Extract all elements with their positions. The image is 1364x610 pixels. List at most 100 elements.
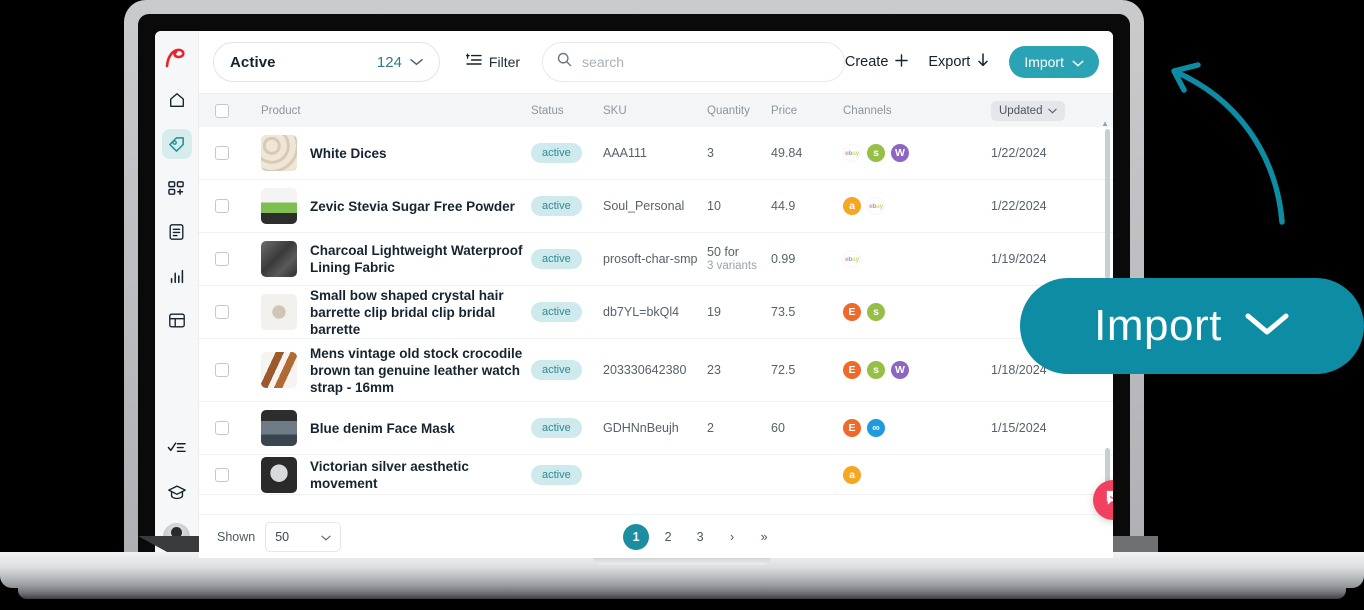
sidebar-item-layout[interactable] [162,305,192,335]
table-row[interactable]: White Dices active AAA111 3 49.84 e b a y s W 1/22/… [199,127,1113,180]
product-name[interactable]: Mens vintage old stock crocodile brown t… [310,345,531,396]
product-name[interactable]: Blue denim Face Mask [310,420,455,437]
etsy-channel-icon: E [843,361,861,379]
table-row[interactable]: Blue denim Face Mask active GDHNnBeujh 2 60 E… [199,402,1113,455]
page-button[interactable]: 2 [655,524,681,550]
sidebar-item-home[interactable] [162,85,192,115]
channels-cell: Es [843,303,991,321]
select-all-checkbox[interactable] [215,103,229,118]
row-checkbox[interactable] [215,146,229,160]
sidebar-item-analytics[interactable] [162,261,192,291]
export-label: Export [928,54,971,70]
etsy-channel-icon: E [843,303,861,321]
status-cell: active [531,302,603,322]
product-name[interactable]: White Dices [310,145,387,162]
etsy-channel-icon: E [843,419,861,437]
products-table: Product Status SKU Quantity Price Channe… [199,93,1113,514]
status-badge: active [531,249,582,269]
sku-cell: GDHNnBeujh [603,421,679,435]
main-content: Active 124 Filter search Create Export I… [199,31,1113,558]
leather-strap-thumbnail [261,352,297,388]
updated-cell: 1/22/2024 [991,199,1047,213]
zevic-powder-thumbnail [261,188,297,224]
status-cell: active [531,249,603,269]
row-select-cell [215,363,253,377]
quantity-cell: 3 [707,146,771,160]
face-mask-thumbnail [261,410,297,446]
sidebar-item-learn[interactable] [162,477,192,507]
updated-cell: 1/19/2024 [991,252,1047,266]
table-row[interactable]: Small bow shaped crystal hair barrette c… [199,286,1113,339]
product-name[interactable]: Victorian silver aesthetic movement [310,458,531,492]
product-cell: Small bow shaped crystal hair barrette c… [253,287,531,338]
chat-bubble-icon [1104,488,1113,512]
product-name[interactable]: Charcoal Lightweight Waterproof Lining F… [310,242,531,276]
channels-cell: EsW [843,361,991,379]
price-cell: 44.9 [771,199,796,213]
bar-chart-icon [168,267,186,285]
status-badge: active [531,360,582,380]
select-all-cell [215,103,253,118]
plus-icon [895,53,909,71]
column-header-sku[interactable]: SKU [603,105,707,117]
page-button[interactable]: 3 [687,524,713,550]
quantity-cell: 50 for 3 variants [707,245,771,273]
checklist-icon [167,440,186,456]
table-row[interactable]: Charcoal Lightweight Waterproof Lining F… [199,233,1113,286]
status-cell: active [531,143,603,163]
download-arrow-icon [977,53,989,71]
filter-button[interactable]: Filter [465,53,520,72]
last-page-button[interactable]: » [751,524,777,550]
export-button[interactable]: Export [928,53,989,71]
create-button[interactable]: Create [845,53,909,71]
row-checkbox[interactable] [215,467,229,482]
column-header-price[interactable]: Price [771,105,843,117]
quantity-value: 50 for [707,245,739,259]
row-select-cell [215,467,253,482]
row-checkbox[interactable] [215,421,229,435]
row-checkbox[interactable] [215,363,229,377]
row-select-cell [215,199,253,213]
swoosh-logo-icon[interactable] [160,41,194,75]
scroll-up-arrow-icon[interactable]: ▲ [1101,119,1109,128]
table-row[interactable]: Zevic Stevia Sugar Free Powder active Soul… [199,180,1113,233]
next-page-button[interactable]: › [719,524,745,550]
page-size-select[interactable]: 50 [265,521,342,552]
product-cell: Blue denim Face Mask [253,410,531,446]
layout-icon [168,312,186,329]
quantity-value: 3 [707,146,714,160]
shopify-channel-icon: s [867,361,885,379]
product-name[interactable]: Zevic Stevia Sugar Free Powder [310,198,515,215]
price-cell: 72.5 [771,363,796,377]
page-button[interactable]: 1 [623,523,650,550]
status-filter-dropdown[interactable]: Active 124 [213,42,440,82]
row-checkbox[interactable] [215,305,229,319]
table-row[interactable]: Mens vintage old stock crocodile brown t… [199,339,1113,402]
import-button[interactable]: Import [1009,46,1099,78]
status-badge: active [531,196,582,216]
product-name[interactable]: Small bow shaped crystal hair barrette c… [310,287,531,338]
column-header-status[interactable]: Status [531,105,603,117]
table-row[interactable]: Victorian silver aesthetic movement activ… [199,455,1113,495]
app-window: Active 124 Filter search Create Export I… [155,31,1113,558]
meta-channel-icon: ∞ [867,419,885,437]
search-input[interactable] [582,54,830,70]
column-header-updated[interactable]: Updated [991,100,1066,121]
row-checkbox[interactable] [215,252,229,266]
row-checkbox[interactable] [215,199,229,213]
sidebar-item-orders[interactable] [162,217,192,247]
quantity-value: 19 [707,305,721,319]
column-header-product[interactable]: Product [253,105,531,117]
price-cell: 60 [771,421,785,435]
scrollbar-thumb-top[interactable] [1105,129,1110,279]
search-box[interactable] [542,42,845,82]
filter-icon [465,53,482,72]
column-header-quantity[interactable]: Quantity [707,105,771,117]
column-header-channels[interactable]: Channels [843,105,991,117]
sidebar-item-products[interactable] [161,129,192,159]
sidebar-item-listings[interactable] [162,173,192,203]
quantity-cell: 19 [707,305,771,319]
table-footer: Shown 50 1 2 3 ›» [199,480,1113,558]
sidebar-item-tasks[interactable] [162,433,192,463]
row-select-cell [215,146,253,160]
